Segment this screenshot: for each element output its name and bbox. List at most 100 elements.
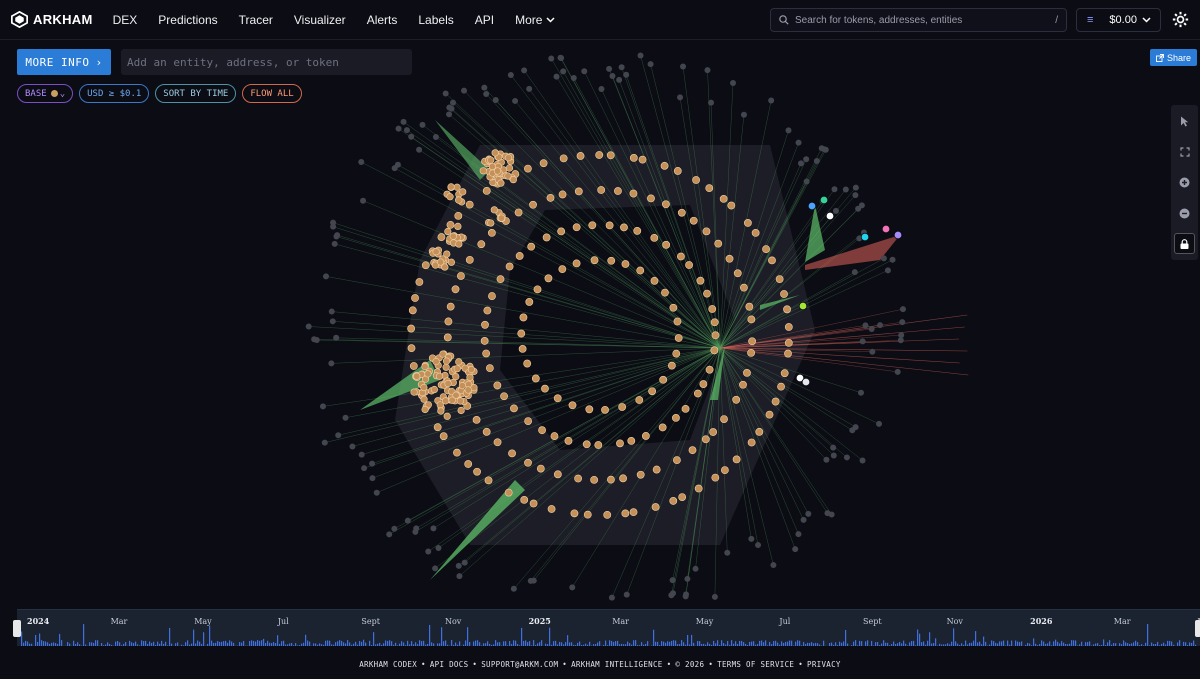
token-node[interactable] [714, 239, 723, 248]
token-node[interactable] [455, 240, 463, 248]
token-node[interactable] [464, 386, 472, 394]
address-node[interactable] [319, 403, 326, 410]
address-node[interactable] [692, 565, 699, 572]
address-node[interactable] [507, 71, 514, 78]
token-node[interactable] [483, 306, 492, 315]
token-node[interactable] [595, 151, 604, 159]
address-node[interactable] [800, 516, 807, 523]
flow-pill[interactable]: FLOW ALL [242, 84, 302, 103]
token-node[interactable] [638, 155, 647, 164]
address-node[interactable] [862, 322, 869, 329]
nav-dex[interactable]: DEX [113, 13, 138, 27]
token-node[interactable] [590, 256, 599, 265]
token-node[interactable] [771, 397, 780, 406]
nav-predictions[interactable]: Predictions [158, 13, 217, 27]
token-node[interactable] [500, 392, 508, 401]
token-node[interactable] [439, 432, 448, 441]
token-node[interactable] [689, 216, 698, 225]
lock-icon[interactable] [1174, 233, 1195, 254]
token-node[interactable] [482, 427, 491, 436]
entity-search-box[interactable] [121, 49, 412, 75]
token-node[interactable] [606, 151, 615, 160]
address-node[interactable] [869, 348, 876, 355]
zoom-out-icon[interactable] [1171, 201, 1198, 226]
address-node[interactable] [328, 308, 335, 315]
token-node[interactable] [583, 510, 592, 519]
address-node[interactable] [455, 562, 462, 569]
token-node[interactable] [629, 508, 638, 517]
token-node[interactable] [539, 159, 548, 168]
address-node[interactable] [609, 73, 616, 80]
token-node[interactable] [487, 219, 495, 227]
token-node[interactable] [636, 470, 645, 479]
address-node[interactable] [770, 562, 777, 569]
global-search[interactable]: / [770, 8, 1067, 32]
token-node[interactable] [621, 509, 630, 518]
token-node[interactable] [533, 285, 542, 294]
address-node[interactable] [557, 54, 564, 61]
token-node[interactable] [447, 183, 455, 191]
address-node[interactable] [618, 64, 625, 71]
token-node[interactable] [442, 363, 450, 371]
zoom-in-icon[interactable] [1171, 170, 1198, 195]
token-node[interactable] [497, 214, 506, 222]
token-node[interactable] [568, 401, 577, 410]
token-node[interactable] [497, 179, 505, 187]
address-node[interactable] [570, 75, 577, 82]
address-node[interactable] [818, 145, 825, 152]
address-node[interactable] [328, 360, 335, 367]
address-node[interactable] [803, 178, 810, 185]
address-node[interactable] [527, 577, 534, 584]
address-node[interactable] [329, 318, 336, 325]
token-node[interactable] [415, 278, 424, 286]
address-node[interactable] [330, 219, 337, 226]
token-node[interactable] [454, 222, 462, 231]
token-node[interactable] [740, 283, 748, 292]
address-node[interactable] [335, 432, 342, 439]
address-node[interactable] [898, 332, 905, 339]
address-node[interactable] [859, 457, 866, 464]
address-node[interactable] [548, 55, 555, 62]
address-node[interactable] [623, 591, 630, 598]
address-node[interactable] [851, 269, 858, 276]
address-node[interactable] [510, 585, 517, 592]
address-node[interactable] [748, 535, 755, 542]
token-node[interactable] [480, 337, 489, 345]
address-node[interactable] [581, 68, 588, 75]
token-node[interactable] [488, 292, 496, 300]
token-node[interactable] [437, 233, 446, 241]
token-node[interactable] [747, 438, 756, 447]
token-node[interactable] [607, 256, 616, 265]
token-node[interactable] [693, 389, 702, 398]
entity-node[interactable] [819, 195, 829, 205]
address-node[interactable] [897, 337, 904, 344]
token-node[interactable] [459, 188, 467, 196]
token-node[interactable] [421, 405, 429, 414]
sort-pill[interactable]: SORT BY TIME [155, 84, 237, 103]
token-node[interactable] [703, 289, 711, 298]
token-node[interactable] [504, 172, 512, 180]
address-node[interactable] [785, 127, 792, 134]
token-node[interactable] [453, 448, 461, 457]
token-node[interactable] [780, 290, 788, 298]
token-node[interactable] [768, 256, 776, 265]
token-node[interactable] [711, 331, 720, 340]
token-node[interactable] [541, 384, 549, 393]
address-node[interactable] [668, 592, 675, 599]
address-node[interactable] [876, 420, 883, 427]
token-node[interactable] [702, 227, 711, 236]
token-node[interactable] [743, 369, 751, 377]
token-node[interactable] [603, 510, 612, 519]
address-node[interactable] [805, 510, 812, 517]
token-node[interactable] [437, 407, 445, 415]
address-node[interactable] [849, 427, 856, 434]
token-node[interactable] [444, 317, 453, 326]
token-node[interactable] [421, 362, 429, 371]
token-node[interactable] [447, 258, 456, 266]
address-node[interactable] [859, 338, 866, 345]
token-node[interactable] [454, 211, 463, 220]
token-node[interactable] [546, 193, 555, 202]
token-node[interactable] [410, 388, 418, 396]
address-node[interactable] [358, 159, 365, 166]
address-node[interactable] [797, 160, 804, 167]
